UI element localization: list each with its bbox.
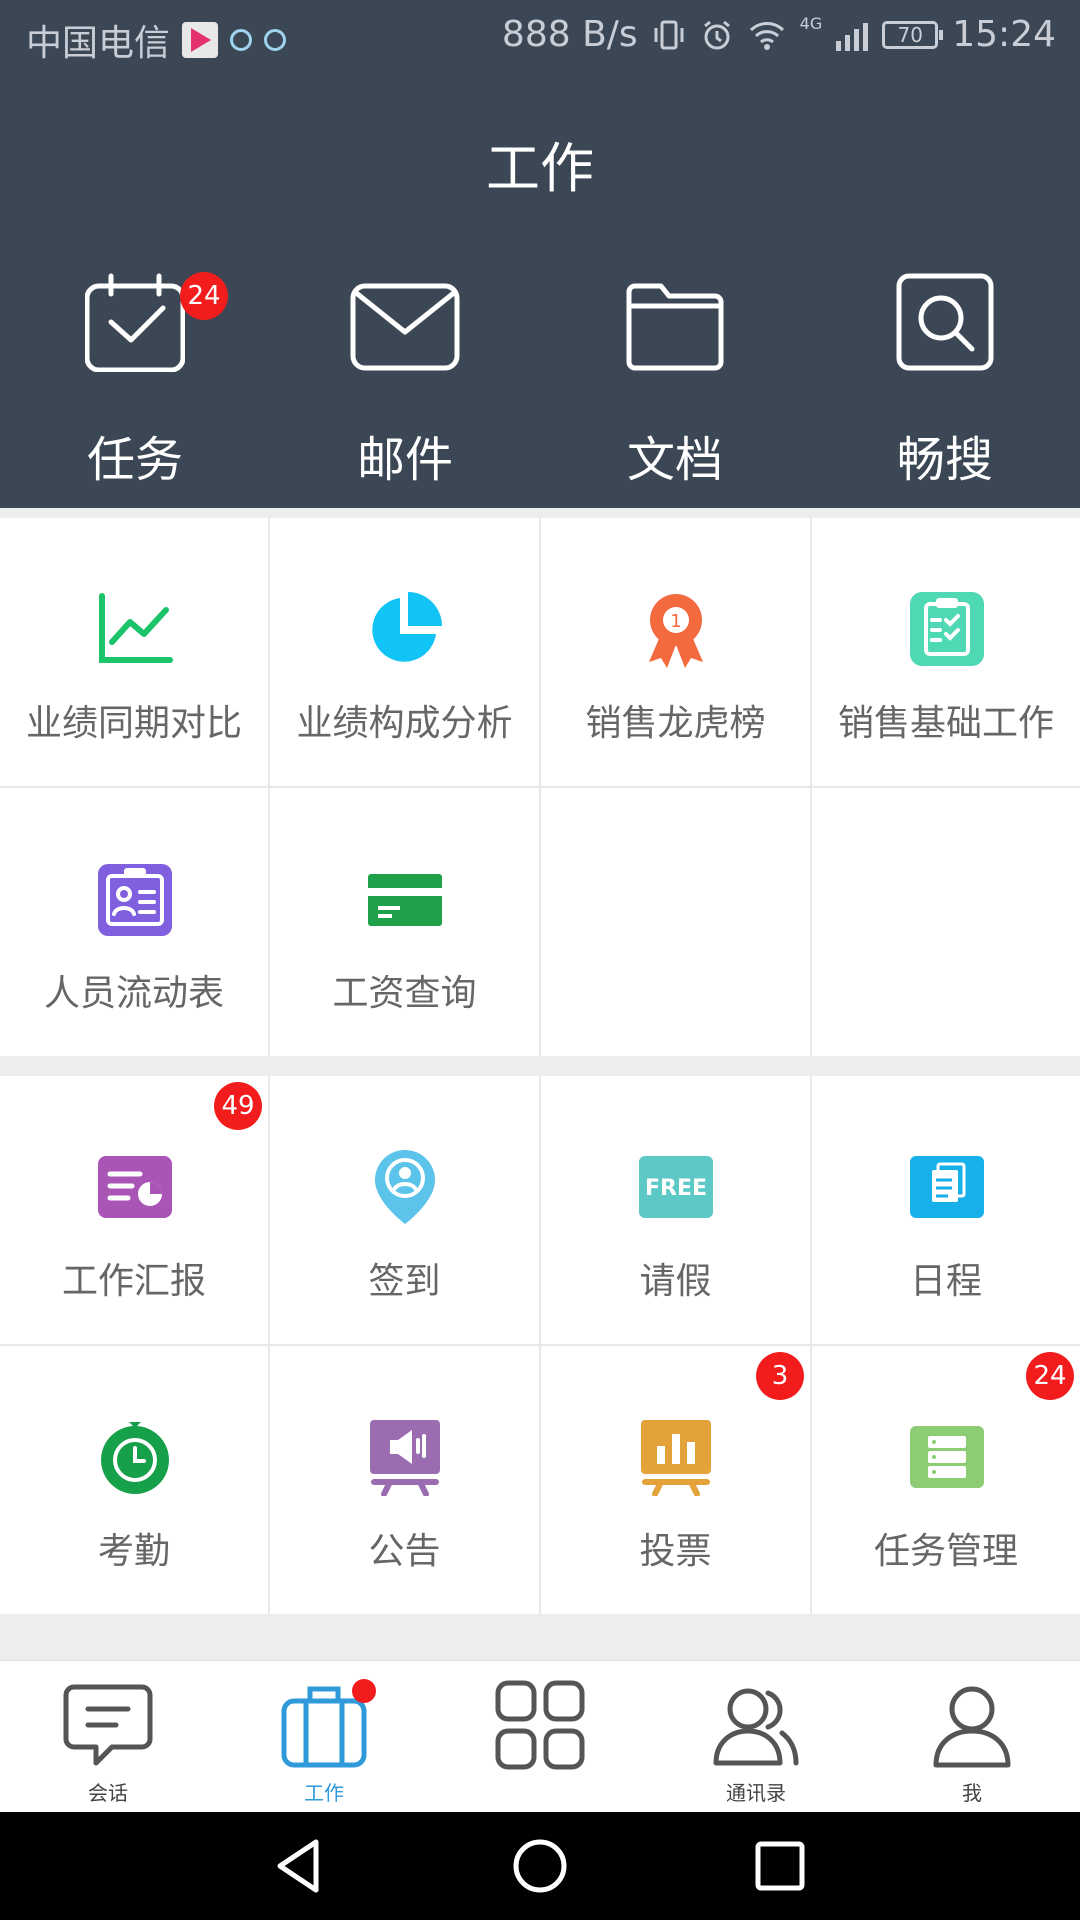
grid-item-label: 任务管理 — [873, 1531, 1018, 1572]
grid-item-performance-compare[interactable]: 业绩同期对比 — [0, 518, 268, 786]
grid-item-sales-ranking[interactable]: 1 销售龙虎榜 — [541, 518, 810, 786]
grid-empty-cell — [541, 788, 810, 1056]
nav-label: 我 — [962, 1781, 982, 1805]
sync-notification-icon — [264, 29, 287, 51]
location-pin-icon — [375, 1150, 435, 1224]
pie-chart-icon — [372, 592, 442, 662]
nav-tab-me[interactable]: 我 — [864, 1661, 1080, 1813]
grid-item-announcement[interactable]: 公告 — [270, 1346, 539, 1614]
report-grid: 业绩同期对比 业绩构成分析 1 销售龙虎榜 销售基础工作 人员流动表 工资查询 — [0, 518, 1080, 1056]
search-shortcut[interactable]: 畅搜 — [810, 272, 1080, 502]
grid-item-performance-analysis[interactable]: 业绩构成分析 — [270, 518, 539, 786]
task-management-badge: 24 — [1026, 1352, 1074, 1400]
media-notification-icon — [230, 29, 253, 51]
search-label: 畅搜 — [896, 432, 993, 488]
grid-item-label: 销售基础工作 — [837, 703, 1054, 744]
search-icon — [896, 273, 994, 371]
office-grid: 49 工作汇报 签到 FREE 请假 日程 考勤 公告 3 投票 24 任务管理 — [0, 1076, 1080, 1614]
vote-badge: 3 — [756, 1352, 804, 1400]
grid-item-label: 公告 — [368, 1531, 441, 1572]
line-chart-icon — [99, 593, 173, 663]
megaphone-board-icon — [370, 1420, 440, 1496]
page-title: 工作 — [486, 137, 594, 200]
alarm-icon — [703, 20, 730, 49]
grid-item-schedule[interactable]: 日程 — [812, 1076, 1080, 1344]
envelope-icon — [350, 283, 460, 371]
grid-item-label: 请假 — [639, 1261, 712, 1302]
grid-item-label: 考勤 — [97, 1531, 170, 1572]
grid-item-label: 工作汇报 — [61, 1261, 206, 1302]
task-badge: 24 — [180, 272, 228, 320]
bar-chart-board-icon — [641, 1420, 711, 1496]
grid-item-label: 业绩同期对比 — [25, 703, 242, 744]
docs-shortcut[interactable]: 文档 — [540, 272, 810, 502]
clock-time: 15:24 — [952, 14, 1056, 55]
task-shortcut[interactable]: 24 任务 — [0, 272, 270, 502]
server-list-icon — [910, 1426, 984, 1488]
nav-tab-work[interactable]: 工作 — [216, 1661, 432, 1813]
grid-item-staff-turnover[interactable]: 人员流动表 — [0, 788, 268, 1056]
app-grid-icon — [495, 1680, 585, 1770]
contacts-icon — [713, 1688, 799, 1766]
user-icon — [933, 1686, 1011, 1768]
free-tag-text: FREE — [645, 1176, 707, 1201]
clipboard-check-icon — [910, 592, 984, 666]
vibrate-icon — [654, 20, 684, 49]
task-label: 任务 — [86, 432, 183, 488]
grid-item-label: 日程 — [909, 1261, 982, 1302]
nav-tab-apps[interactable] — [432, 1661, 648, 1813]
battery-icon: 70 — [882, 20, 944, 49]
grid-item-work-report[interactable]: 49 工作汇报 — [0, 1076, 268, 1344]
docs-label: 文档 — [626, 432, 723, 488]
bottom-nav: 会话 工作 通讯录 我 — [0, 1660, 1080, 1813]
grid-item-attendance[interactable]: 考勤 — [0, 1346, 268, 1614]
system-nav-bar — [0, 1812, 1080, 1920]
folder-icon — [626, 283, 724, 371]
grid-item-salary-query[interactable]: 工资查询 — [270, 788, 539, 1056]
schedule-doc-icon — [910, 1156, 984, 1218]
grid-item-leave[interactable]: FREE 请假 — [541, 1076, 810, 1344]
ribbon-medal-icon: 1 — [649, 594, 703, 668]
nav-tab-chat[interactable]: 会话 — [0, 1661, 216, 1813]
work-report-badge: 49 — [214, 1082, 262, 1130]
nav-label: 会话 — [88, 1781, 128, 1805]
chat-bubble-icon — [63, 1684, 153, 1766]
report-icon — [98, 1156, 172, 1218]
work-notification-dot — [352, 1679, 376, 1703]
grid-item-label: 投票 — [639, 1531, 712, 1572]
video-app-icon — [182, 22, 219, 58]
back-icon[interactable] — [270, 1836, 330, 1896]
signal-icon — [836, 19, 869, 51]
calendar-check-icon — [85, 273, 185, 372]
network-type: 4G — [799, 14, 823, 33]
id-badge-icon — [98, 864, 172, 936]
grid-item-task-management[interactable]: 24 任务管理 — [812, 1346, 1080, 1614]
mail-label: 邮件 — [356, 432, 453, 488]
nav-label: 工作 — [304, 1781, 344, 1805]
grid-item-sales-basics[interactable]: 销售基础工作 — [812, 518, 1080, 786]
status-bar: 中国电信 888 B/s 4G 70 15:24 — [0, 0, 1080, 74]
carrier-label: 中国电信 — [26, 23, 171, 64]
grid-item-label: 签到 — [368, 1261, 441, 1302]
mail-shortcut[interactable]: 邮件 — [270, 272, 540, 502]
free-tag-icon: FREE — [639, 1156, 713, 1218]
grid-empty-cell — [812, 788, 1080, 1056]
grid-item-label: 销售龙虎榜 — [585, 703, 766, 744]
net-speed: 888 B/s — [501, 14, 638, 55]
wifi-icon — [749, 21, 784, 50]
credit-card-icon — [368, 874, 442, 926]
header: 中国电信 888 B/s 4G 70 15:24 工作 24 任务 邮件 文档 … — [0, 0, 1080, 508]
nav-label: 通讯录 — [726, 1781, 786, 1805]
clock-icon — [101, 1422, 169, 1494]
grid-item-label: 工资查询 — [332, 973, 477, 1014]
recents-icon[interactable] — [750, 1836, 810, 1896]
svg-text:1: 1 — [670, 611, 681, 632]
grid-item-check-in[interactable]: 签到 — [270, 1076, 539, 1344]
grid-item-label: 人员流动表 — [43, 973, 224, 1014]
nav-tab-contacts[interactable]: 通讯录 — [648, 1661, 864, 1813]
home-icon[interactable] — [510, 1836, 570, 1896]
grid-item-label: 业绩构成分析 — [296, 703, 513, 744]
grid-item-vote[interactable]: 3 投票 — [541, 1346, 810, 1614]
